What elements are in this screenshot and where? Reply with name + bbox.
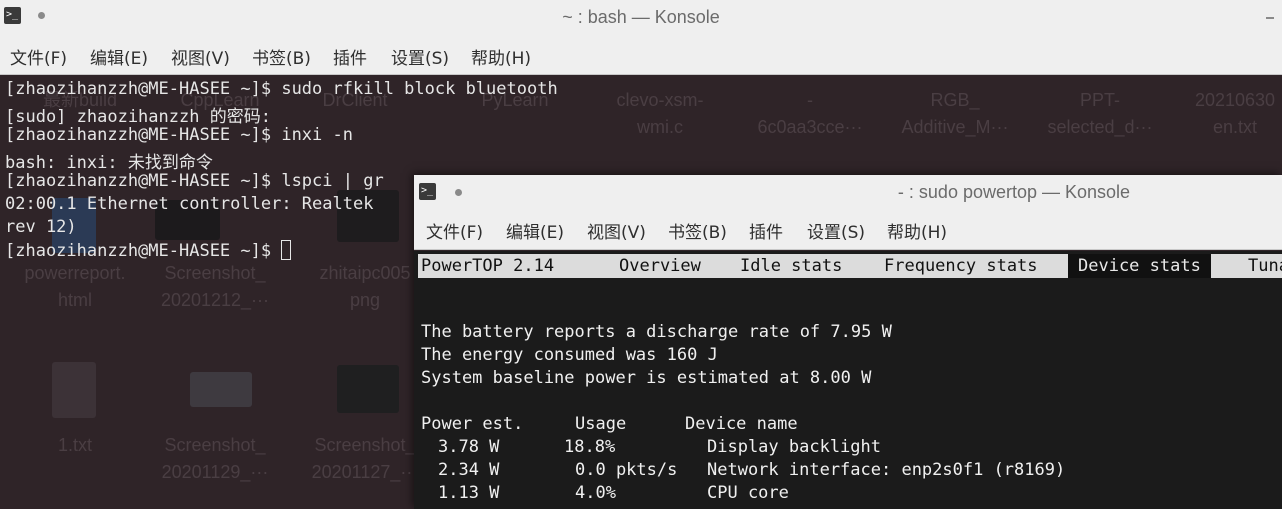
minimize-icon[interactable] [1266, 17, 1274, 19]
desktop-icon-label: clevo-xsm- wmi.c [616, 90, 704, 137]
usage-value: 4.0% [575, 483, 616, 503]
titlebar[interactable]: >_ ~ : bash — Konsole [0, 0, 1282, 36]
column-header-usage: Usage [575, 414, 627, 434]
menu-help[interactable]: 帮助(H) [471, 44, 531, 69]
menubar: 文件(F) 编辑(E) 视图(V) 书签(B) 插件 设置(S) 帮助(H) [0, 36, 1282, 75]
menu-edit[interactable]: 编辑(E) [90, 44, 148, 69]
desktop-icon-label: PPT- selected_d··· [1047, 90, 1153, 137]
window-title: - : sudo powertop — Konsole [897, 182, 1131, 202]
desktop-icon-label: RGB_ Additive_M··· [901, 90, 1009, 137]
tab-idle-stats[interactable]: Idle stats [740, 254, 842, 278]
terminal-line: [sudo] zhaozihanzzh 的密码: [5, 107, 271, 127]
desktop-icon-label: Screenshot_ 20201212_··· [160, 263, 270, 310]
power-value: 1.13 W [438, 483, 500, 503]
menubar: 文件(F) 编辑(E) 视图(V) 书签(B) 插件 设置(S) 帮助(H) [414, 209, 1282, 250]
desktop-icon-label: Screenshot_ 20201129_··· [161, 435, 269, 482]
menu-view[interactable]: 视图(V) [587, 218, 646, 243]
summary-line: The battery reports a discharge rate of … [421, 322, 892, 342]
menu-settings[interactable]: 设置(S) [391, 44, 449, 69]
terminal-line: [zhaozihanzzh@ME-HASEE ~]$ lspci | gr [5, 171, 384, 191]
menu-bookmarks[interactable]: 书签(B) [668, 218, 727, 243]
terminal-line: [zhaozihanzzh@ME-HASEE ~]$ sudo rfkill b… [5, 79, 558, 99]
power-value: 2.34 W [438, 460, 500, 480]
desktop-icon-label: powerreport. html [24, 263, 126, 310]
powertop-header: PowerTOP 2.14 Overview Idle stats Freque… [418, 254, 1282, 278]
menu-file[interactable]: 文件(F) [10, 44, 67, 69]
titlebar[interactable]: >_ - : sudo powertop — Konsole [414, 175, 1282, 209]
menu-settings[interactable]: 设置(S) [807, 218, 865, 243]
device-name: CPU core [707, 483, 789, 503]
powertop-version: PowerTOP 2.14 [421, 256, 555, 276]
tab-tunables[interactable]: Tuna [1248, 254, 1282, 278]
prompt-text: [zhaozihanzzh@ME-HASEE ~]$ [5, 241, 282, 261]
desktop-file-icon [52, 362, 96, 418]
usage-value: 0.0 pkts/s [575, 460, 678, 480]
desktop-icon-label: 20210630 en.txt [1194, 90, 1276, 137]
tab-device-stats[interactable]: Device stats [1068, 254, 1211, 278]
menu-file[interactable]: 文件(F) [426, 218, 483, 243]
terminal-line: 02:00.1 Ethernet controller: Realtek [5, 194, 384, 214]
desktop-icon-label: 1.txt [57, 435, 92, 455]
menu-plugins[interactable]: 插件 [333, 44, 367, 69]
summary-line: System baseline power is estimated at 8.… [421, 368, 872, 388]
tab-frequency-stats[interactable]: Frequency stats [884, 254, 1038, 278]
tab-overview[interactable]: Overview [619, 254, 701, 278]
menu-plugins[interactable]: 插件 [749, 218, 783, 243]
column-header-device: Device name [685, 414, 798, 434]
device-name: Network interface: enp2s0f1 (r8169) [707, 460, 1066, 480]
window-title: ~ : bash — Konsole [562, 7, 720, 27]
terminal-icon: >_ [419, 183, 436, 200]
summary-line: The energy consumed was 160 J [421, 345, 718, 365]
device-name: Display backlight [707, 437, 881, 457]
terminal-line: rev 12) [5, 217, 77, 237]
terminal-prompt-line: [zhaozihanzzh@ME-HASEE ~]$ [5, 240, 292, 261]
power-value: 3.78 W [438, 437, 500, 457]
desktop-file-icon [190, 372, 252, 407]
column-header-power: Power est. [421, 414, 524, 434]
desktop-file-icon [337, 365, 399, 413]
text-cursor [281, 240, 292, 260]
desktop-icon-label: Screenshot_ 20201127_··· [311, 435, 419, 482]
pin-icon[interactable] [455, 189, 462, 196]
usage-value: 18.8% [564, 437, 616, 457]
desktop-icon-label: zhitaipc005 png [319, 263, 411, 310]
menu-help[interactable]: 帮助(H) [887, 218, 947, 243]
terminal-line: [zhaozihanzzh@ME-HASEE ~]$ inxi -n [5, 125, 353, 145]
menu-bookmarks[interactable]: 书签(B) [252, 44, 311, 69]
terminal-area[interactable]: PowerTOP 2.14 Overview Idle stats Freque… [414, 251, 1282, 509]
menu-view[interactable]: 视图(V) [171, 44, 230, 69]
konsole-powertop-window: >_ - : sudo powertop — Konsole 文件(F) 编辑(… [414, 175, 1282, 509]
menu-edit[interactable]: 编辑(E) [506, 218, 564, 243]
desktop-icon-label: - 6c0aa3cce··· [757, 90, 863, 137]
terminal-line: bash: inxi: 未找到命令 [5, 153, 213, 173]
